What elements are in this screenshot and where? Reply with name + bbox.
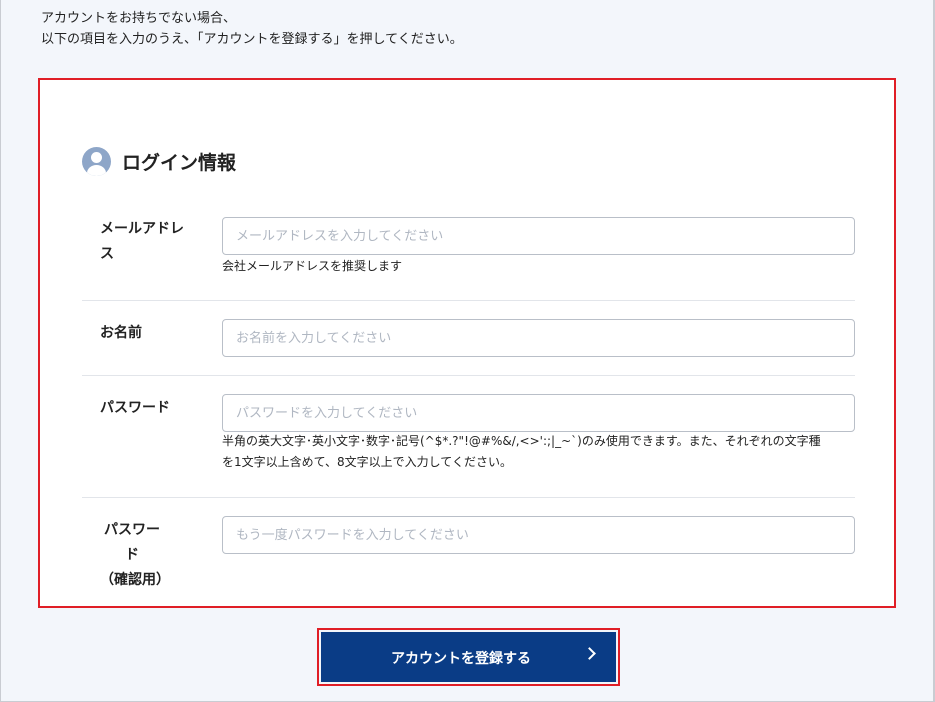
password-confirm-label-line-1: パスワード [104,522,160,563]
password-note: 半角の英大文字･英小文字･数字･記号(^$*.?"!@#%&/,<>':;|_~… [222,431,862,473]
password-row: パスワード 半角の英大文字･英小文字･数字･記号(^$*.?"!@#%&/,<>… [82,394,855,474]
divider [82,497,855,498]
submit-highlight: アカウントを登録する [317,628,620,686]
name-field[interactable] [222,319,855,357]
section-title: ログイン情報 [122,152,237,174]
section-header: ログイン情報 [82,147,236,176]
password-note-line-2: を1文字以上含めて、8文字以上で入力してください。 [222,455,512,469]
password-label: パスワード [100,400,170,416]
intro-line-1: アカウントをお持ちでない場合、 [41,11,237,26]
divider [82,300,855,301]
register-account-label: アカウントを登録する [391,651,531,667]
email-row: メールアドレ ス 会社メールアドレスを推奨します [82,217,855,297]
password-confirm-field[interactable] [222,516,855,554]
password-confirm-label-line-2: （確認用） [100,572,170,588]
name-label: お名前 [100,325,142,341]
password-confirm-row: パスワード （確認用） [82,516,855,588]
email-label-line-2: ス [100,246,114,262]
password-note-line-1: 半角の英大文字･英小文字･数字･記号(^$*.?"!@#%&/,<>':;|_~… [222,434,821,448]
register-account-button[interactable]: アカウントを登録する [321,632,616,682]
email-field[interactable] [222,217,855,255]
email-note: 会社メールアドレスを推奨します [222,259,403,273]
chevron-right-icon [583,647,596,660]
name-row: お名前 [82,319,855,359]
email-label: メールアドレ ス [100,217,200,267]
password-confirm-label: パスワード （確認用） [100,518,170,593]
divider [82,375,855,376]
password-field[interactable] [222,394,855,432]
intro-text: アカウントをお持ちでない場合、 以下の項目を入力のうえ、「アカウントを登録する」… [41,8,463,50]
intro-line-2: 以下の項目を入力のうえ、「アカウントを登録する」を押してください。 [41,32,463,47]
login-info-form: ログイン情報 メールアドレ ス 会社メールアドレスを推奨します お名前 パスワー… [38,78,896,608]
email-label-line-1: メールアドレ [100,221,184,237]
user-icon [82,147,111,176]
